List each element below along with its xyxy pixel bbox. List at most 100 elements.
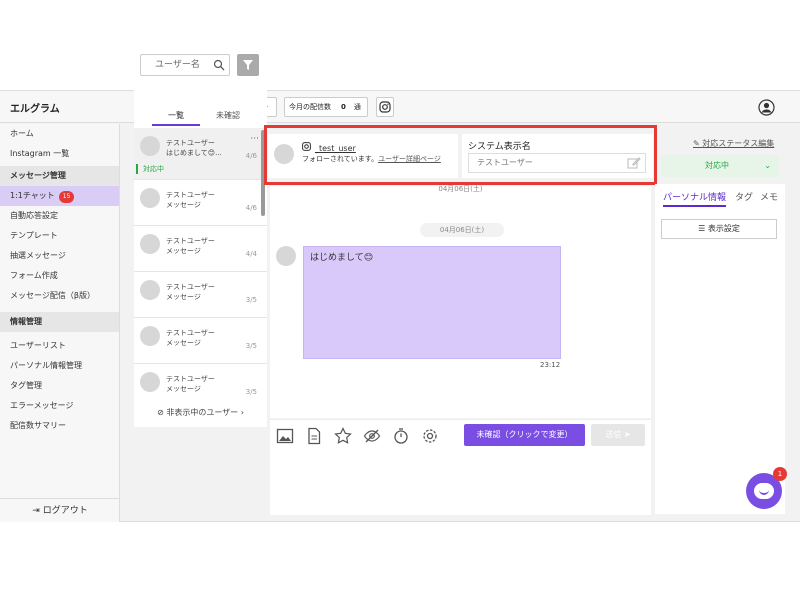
hidden-users-label: 非表示中のユーザー xyxy=(166,408,239,417)
list-item-name: テストユーザー xyxy=(166,375,215,383)
status-badge: 対応中 xyxy=(136,164,164,174)
unread-badge: 15 xyxy=(58,191,75,203)
list-item[interactable]: テストユーザー メッセージ 3/5 xyxy=(134,272,267,318)
eye-off-icon: ⊘ xyxy=(157,408,167,417)
list-item-date: 3/5 xyxy=(245,296,257,304)
right-panel: ✎ 対応ステータス編集 対応中 ⌄ パーソナル情報 タグ メモ ☰ 表示設定 xyxy=(655,134,785,514)
hidden-users-link[interactable]: ⊘ 非表示中のユーザー › xyxy=(134,403,267,423)
list-item-message: メッセージ xyxy=(166,201,201,209)
brand-logo: エルグラム xyxy=(10,104,60,115)
search-placeholder: ユーザー名 xyxy=(155,60,200,70)
counter-value: 0 xyxy=(341,103,346,111)
display-settings-button[interactable]: ☰ 表示設定 xyxy=(661,219,777,239)
instagram-icon xyxy=(379,101,391,113)
chat-icon xyxy=(754,483,774,499)
sidebar-section-message: メッセージ管理 xyxy=(0,166,119,186)
logout-button[interactable]: ⇥ ログアウト xyxy=(0,498,120,522)
message-composer[interactable]: 未確認（クリックで変更） 送信 ➤ xyxy=(270,419,651,515)
sidebar-item-errors[interactable]: エラーメッセージ xyxy=(0,396,119,416)
list-item-name: テストユーザー xyxy=(166,237,215,245)
user-list-panel: ユーザー名 一覧 未確認 テストユーザー はじめまして😊... ··· 4/6 … xyxy=(134,44,267,427)
edit-status-link[interactable]: ✎ 対応ステータス編集 xyxy=(693,138,774,149)
sidebar-item-home[interactable]: ホーム xyxy=(0,124,119,144)
sidebar: ホーム Instagram 一覧 メッセージ管理 1:1チャット 15 自動応答設… xyxy=(0,124,120,522)
list-item-name: テストユーザー xyxy=(166,329,215,337)
notification-badge: 1 xyxy=(773,467,787,481)
avatar xyxy=(140,326,160,346)
avatar xyxy=(140,280,160,300)
filter-button[interactable] xyxy=(237,54,259,76)
sidebar-item-instagram-list[interactable]: Instagram 一覧 xyxy=(0,144,119,164)
edit-icon: ✎ xyxy=(693,139,703,148)
star-icon[interactable] xyxy=(334,427,353,445)
sidebar-section-info: 情報管理 xyxy=(0,312,119,332)
list-item[interactable]: テストユーザー メッセージ 3/5 xyxy=(134,364,267,398)
list-item[interactable]: テストユーザー メッセージ 3/5 xyxy=(134,318,267,364)
document-icon[interactable] xyxy=(305,427,323,445)
list-item-name: テストユーザー xyxy=(166,283,215,291)
sidebar-item-personal-info[interactable]: パーソナル情報管理 xyxy=(0,356,119,376)
gear-icon[interactable] xyxy=(421,427,439,445)
top-bar: エルグラム ⌄ 今月の配信数0通 xyxy=(0,91,800,123)
list-item-date: 4/6 xyxy=(245,204,257,212)
composer-toolbar xyxy=(276,427,445,445)
counter-unit: 通 xyxy=(353,103,361,111)
sidebar-item-form[interactable]: フォーム作成 xyxy=(0,266,119,286)
tab-unconfirmed[interactable]: 未確認 xyxy=(204,110,252,126)
counter-label: 今月の配信数 xyxy=(289,103,331,111)
list-icon: ☰ xyxy=(698,224,708,233)
list-item-message: メッセージ xyxy=(166,339,201,347)
sidebar-item-summary[interactable]: 配信数サマリー xyxy=(0,416,119,436)
chevron-down-icon: ⌄ xyxy=(764,161,771,170)
display-settings-label: 表示設定 xyxy=(707,224,740,233)
status-value: 対応中 xyxy=(705,161,729,170)
avatar xyxy=(140,136,160,156)
tab-personal-info[interactable]: パーソナル情報 xyxy=(663,190,727,207)
tab-all[interactable]: 一覧 xyxy=(152,110,200,126)
sidebar-item-auto-reply[interactable]: 自動応答設定 xyxy=(0,206,119,226)
sidebar-item-template[interactable]: テンプレート xyxy=(0,226,119,246)
send-button[interactable]: 送信 ➤ xyxy=(591,424,645,446)
date-divider: 04月06日(土) xyxy=(420,223,504,237)
timer-icon[interactable] xyxy=(392,427,410,445)
unconfirmed-toggle-button[interactable]: 未確認（クリックで変更） xyxy=(464,424,585,446)
avatar xyxy=(140,234,160,254)
search-input[interactable]: ユーザー名 xyxy=(140,54,230,76)
tab-memo[interactable]: メモ xyxy=(760,190,778,203)
sidebar-item-broadcast[interactable]: メッセージ配信（β版） xyxy=(0,286,119,306)
edit-status-label: 対応ステータス編集 xyxy=(702,139,775,148)
list-item-name: テストユーザー xyxy=(166,139,215,147)
search-icon xyxy=(213,59,225,71)
list-item-date: 3/5 xyxy=(245,388,257,396)
list-item-date: 4/4 xyxy=(245,250,257,258)
user-icon xyxy=(758,99,775,116)
logout-label: ログアウト xyxy=(42,506,88,516)
avatar xyxy=(140,372,160,392)
eye-off-icon[interactable] xyxy=(363,427,381,445)
list-item[interactable]: テストユーザー メッセージ 4/4 xyxy=(134,226,267,272)
filter-icon xyxy=(243,60,253,70)
list-tabs: 一覧 未確認 xyxy=(140,110,260,126)
image-icon[interactable] xyxy=(276,427,294,445)
sidebar-item-user-list[interactable]: ユーザーリスト xyxy=(0,336,119,356)
tab-tags[interactable]: タグ xyxy=(735,190,753,203)
sidebar-item-chat[interactable]: 1:1チャット 15 xyxy=(0,186,119,206)
list-item-message: メッセージ xyxy=(166,293,201,301)
more-icon[interactable]: ··· xyxy=(250,134,259,144)
instagram-button[interactable] xyxy=(376,97,394,117)
highlight-frame xyxy=(264,125,657,185)
date-header: 04月06日(土) xyxy=(438,185,483,193)
avatar xyxy=(276,246,296,266)
sidebar-item-tags[interactable]: タグ管理 xyxy=(0,376,119,396)
list-item[interactable]: テストユーザー メッセージ 4/6 xyxy=(134,180,267,226)
logout-icon: ⇥ xyxy=(32,506,43,516)
status-select[interactable]: 対応中 ⌄ xyxy=(661,155,779,177)
user-list: テストユーザー はじめまして😊... ··· 4/6 対応中 テストユーザー メ… xyxy=(134,128,267,398)
list-item[interactable]: テストユーザー はじめまして😊... ··· 4/6 対応中 xyxy=(134,128,267,180)
list-item-message: はじめまして😊... xyxy=(166,149,222,157)
sidebar-item-lottery[interactable]: 抽選メッセージ xyxy=(0,246,119,266)
list-item-message: メッセージ xyxy=(166,247,201,255)
user-account-button[interactable] xyxy=(758,99,775,116)
list-item-message: メッセージ xyxy=(166,385,201,393)
list-item-name: テストユーザー xyxy=(166,191,215,199)
